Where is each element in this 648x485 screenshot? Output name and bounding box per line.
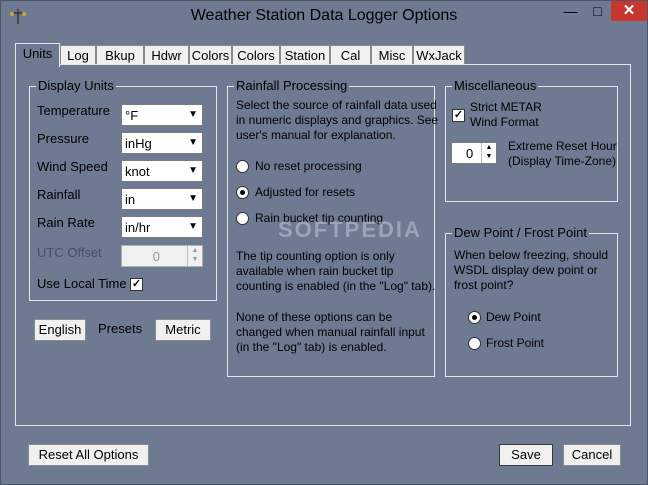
pressure-select[interactable]: inHg ▼ xyxy=(121,132,203,154)
display-units-group: Display Units Temperature °F ▼ Pressure … xyxy=(29,78,217,301)
title-bar[interactable]: Weather Station Data Logger Options — □ … xyxy=(1,1,647,32)
no-reset-processing-label: No reset processing xyxy=(255,159,362,173)
chevron-down-icon: ▼ xyxy=(188,221,198,232)
rain-rate-label: Rain Rate xyxy=(37,215,95,230)
frost-point-radio[interactable] xyxy=(468,337,481,350)
wind-speed-select[interactable]: knot ▼ xyxy=(121,160,203,182)
rainfall-intro-line-2: in numeric displays and graphics. See xyxy=(236,113,439,127)
dew-frost-group: Dew Point / Frost Point When below freez… xyxy=(445,225,618,377)
tip-counting-note-line-1: The tip counting option is only xyxy=(236,249,395,263)
miscellaneous-legend: Miscellaneous xyxy=(452,78,539,93)
manual-input-note-line-1: None of these options can be xyxy=(236,310,393,324)
rainfall-label: Rainfall xyxy=(37,187,81,202)
frost-point-label: Frost Point xyxy=(486,336,545,350)
dew-point-radio[interactable] xyxy=(468,311,481,324)
tab-hdwr[interactable]: Hdwr xyxy=(144,45,189,65)
pressure-value: inHg xyxy=(125,136,152,151)
tab-bkup[interactable]: Bkup xyxy=(96,45,144,65)
window-title: Weather Station Data Logger Options xyxy=(190,7,458,24)
cancel-button[interactable]: Cancel xyxy=(563,444,621,466)
maximize-button[interactable]: □ xyxy=(584,1,611,21)
dew-frost-question-line-3: frost point? xyxy=(454,278,514,292)
extreme-reset-hour-label-line-2: (Display Time-Zone) xyxy=(508,154,617,168)
wind-speed-value: knot xyxy=(125,164,150,179)
extreme-reset-hour-value: 0 xyxy=(466,146,474,161)
extreme-reset-hour-label-line-1: Extreme Reset Hour xyxy=(508,139,617,153)
use-local-time-checkbox[interactable]: ✓ xyxy=(130,278,143,291)
temperature-value: °F xyxy=(125,108,139,123)
wind-speed-label: Wind Speed xyxy=(37,159,108,174)
strict-metar-checkbox[interactable]: ✓ xyxy=(452,109,465,122)
tab-log[interactable]: Log xyxy=(60,45,96,65)
dew-frost-legend: Dew Point / Frost Point xyxy=(452,225,589,240)
miscellaneous-group: Miscellaneous ✓ Strict METAR Wind Format… xyxy=(445,78,618,202)
tip-counting-note-line-2: available when rain bucket tip xyxy=(236,264,394,278)
use-local-time-label: Use Local Time xyxy=(37,276,127,291)
softpedia-watermark: SOFTPEDIA xyxy=(278,217,422,242)
display-units-legend: Display Units xyxy=(36,78,116,93)
no-reset-processing-radio[interactable] xyxy=(236,160,249,173)
minimize-button[interactable]: — xyxy=(557,1,584,21)
temperature-select[interactable]: °F ▼ xyxy=(121,104,203,126)
chevron-down-icon: ▼ xyxy=(188,109,198,120)
tip-counting-note-line-3: counting is enabled (in the "Log" tab). xyxy=(236,279,436,293)
tab-station[interactable]: Station xyxy=(280,45,330,65)
strict-metar-label-line-1: Strict METAR xyxy=(470,100,542,114)
extreme-reset-hour-spinner[interactable]: 0 ▲ ▼ xyxy=(451,142,497,164)
chevron-down-icon: ▼ xyxy=(188,165,198,176)
spinner-arrows-icon: ▲ ▼ xyxy=(187,246,202,266)
rain-bucket-tip-counting-radio[interactable] xyxy=(236,212,249,225)
metric-preset-button[interactable]: Metric xyxy=(155,319,211,341)
adjusted-for-resets-radio[interactable] xyxy=(236,186,249,199)
manual-input-note-line-2: changed when manual rainfall input xyxy=(236,325,425,339)
save-button[interactable]: Save xyxy=(499,444,553,466)
dew-frost-question-line-2: WSDL display dew point or xyxy=(454,263,598,277)
rain-rate-select[interactable]: in/hr ▼ xyxy=(121,216,203,238)
reset-all-options-button[interactable]: Reset All Options xyxy=(28,444,149,466)
utc-offset-label: UTC Offset xyxy=(37,245,102,260)
tab-cal[interactable]: Cal xyxy=(330,45,371,65)
temperature-label: Temperature xyxy=(37,103,110,118)
rain-rate-value: in/hr xyxy=(125,220,151,235)
tab-colors-1[interactable]: Colors xyxy=(189,45,232,65)
rainfall-intro-line-1: Select the source of rainfall data used xyxy=(236,98,437,112)
rainfall-select[interactable]: in ▼ xyxy=(121,188,203,210)
tab-colors-2[interactable]: Colors xyxy=(232,45,280,65)
chevron-down-icon: ▼ xyxy=(188,137,198,148)
adjusted-for-resets-label: Adjusted for resets xyxy=(255,185,356,199)
dew-frost-question-line-1: When below freezing, should xyxy=(454,248,609,262)
rainfall-value: in xyxy=(125,192,136,207)
spinner-arrows-icon[interactable]: ▲ ▼ xyxy=(481,143,496,163)
rainfall-intro-line-3: user's manual for explanation. xyxy=(236,128,396,142)
tab-misc[interactable]: Misc xyxy=(371,45,413,65)
rainfall-processing-legend: Rainfall Processing xyxy=(234,78,350,93)
chevron-down-icon: ▼ xyxy=(188,193,198,204)
strict-metar-label-line-2: Wind Format xyxy=(470,115,539,129)
presets-label: Presets xyxy=(98,321,143,336)
close-button[interactable]: ✕ xyxy=(611,1,647,21)
units-tab-panel: Display Units Temperature °F ▼ Pressure … xyxy=(15,64,631,426)
tab-wxjack[interactable]: WxJack xyxy=(413,45,465,65)
utc-offset-spinner: 0 ▲ ▼ xyxy=(121,245,203,267)
utc-offset-value: 0 xyxy=(152,249,160,264)
tab-units[interactable]: Units xyxy=(15,43,60,67)
pressure-label: Pressure xyxy=(37,131,90,146)
dew-point-label: Dew Point xyxy=(486,310,541,324)
manual-input-note-line-3: (in the "Log" tab) is enabled. xyxy=(236,340,387,354)
english-preset-button[interactable]: English xyxy=(34,319,86,341)
options-window: Weather Station Data Logger Options — □ … xyxy=(0,0,648,485)
